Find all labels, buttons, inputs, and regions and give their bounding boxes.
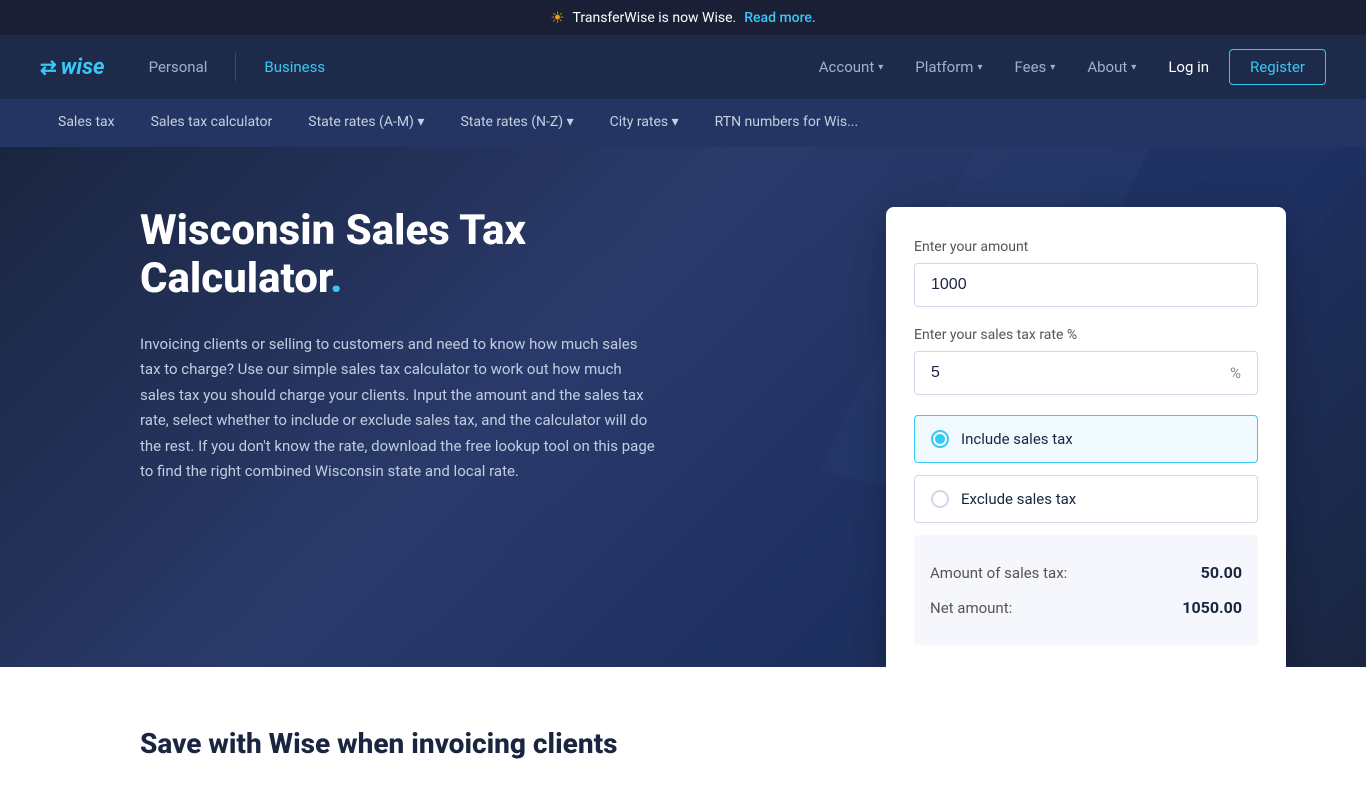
main-nav: ⇄ wise Personal Business Account ▾ Platf… [0,35,1366,99]
tax-amount-row: Amount of sales tax: 50.00 [930,555,1242,590]
rate-label: Enter your sales tax rate % [914,327,1258,343]
subnav-rtn[interactable]: RTN numbers for Wis... [697,99,877,147]
include-radio-icon [931,430,949,448]
sun-icon: ☀ [550,8,564,27]
nav-about[interactable]: About ▾ [1075,50,1148,84]
register-button[interactable]: Register [1229,49,1326,85]
nav-fees[interactable]: Fees ▾ [1003,50,1068,84]
hero-description: Invoicing clients or selling to customer… [140,332,660,485]
title-dot: . [330,254,342,303]
tax-amount-label: Amount of sales tax: [930,564,1067,582]
calculator-card: Enter your amount Enter your sales tax r… [886,207,1286,667]
subnav-sales-tax[interactable]: Sales tax [40,99,133,147]
nav-personal[interactable]: Personal [137,50,220,84]
nav-platform[interactable]: Platform ▾ [903,50,994,84]
hero-title: Wisconsin Sales Tax Calculator. [140,207,680,304]
about-chevron-icon: ▾ [1131,62,1136,73]
hero-section: Wisconsin Sales Tax Calculator. Invoicin… [0,147,1366,667]
exclude-radio-icon [931,490,949,508]
logo-text: wise [61,55,105,80]
nav-divider [235,53,236,81]
percent-symbol: % [1230,364,1241,382]
nav-business[interactable]: Business [252,50,337,84]
subnav-state-rates-am[interactable]: State rates (A-M) ▾ [290,99,442,147]
banner-link[interactable]: Read more. [744,10,816,26]
amount-input[interactable] [931,276,1241,294]
sub-nav: Sales tax Sales tax calculator State rat… [0,99,1366,147]
rate-input-wrap[interactable]: % [914,351,1258,395]
rate-input[interactable] [931,364,1230,382]
banner-text: TransferWise is now Wise. [573,10,737,26]
platform-chevron-icon: ▾ [977,62,982,73]
net-amount-row: Net amount: 1050.00 [930,590,1242,625]
net-amount-label: Net amount: [930,599,1012,617]
logo-icon: ⇄ [40,55,57,79]
bottom-section: Save with Wise when invoicing clients [0,667,1366,800]
nav-account[interactable]: Account ▾ [807,50,896,84]
include-tax-option[interactable]: Include sales tax [914,415,1258,463]
amount-input-wrap[interactable] [914,263,1258,307]
nav-right: Account ▾ Platform ▾ Fees ▾ About ▾ Log … [807,49,1326,85]
exclude-tax-label: Exclude sales tax [961,490,1076,508]
tax-amount-value: 50.00 [1201,563,1242,582]
top-banner: ☀ TransferWise is now Wise. Read more. [0,0,1366,35]
amount-label: Enter your amount [914,239,1258,255]
exclude-tax-option[interactable]: Exclude sales tax [914,475,1258,523]
subnav-state-rates-nz[interactable]: State rates (N-Z) ▾ [442,99,591,147]
subnav-calculator[interactable]: Sales tax calculator [133,99,291,147]
login-button[interactable]: Log in [1156,50,1221,84]
subnav-city-rates[interactable]: City rates ▾ [592,99,697,147]
bottom-title: Save with Wise when invoicing clients [140,727,1226,760]
hero-content: Wisconsin Sales Tax Calculator. Invoicin… [140,207,680,485]
calc-result: Amount of sales tax: 50.00 Net amount: 1… [914,535,1258,645]
net-amount-value: 1050.00 [1182,598,1242,617]
logo[interactable]: ⇄ wise [40,55,105,80]
nav-links: Personal Business [137,50,807,84]
include-tax-label: Include sales tax [961,430,1073,448]
fees-chevron-icon: ▾ [1050,62,1055,73]
account-chevron-icon: ▾ [878,62,883,73]
